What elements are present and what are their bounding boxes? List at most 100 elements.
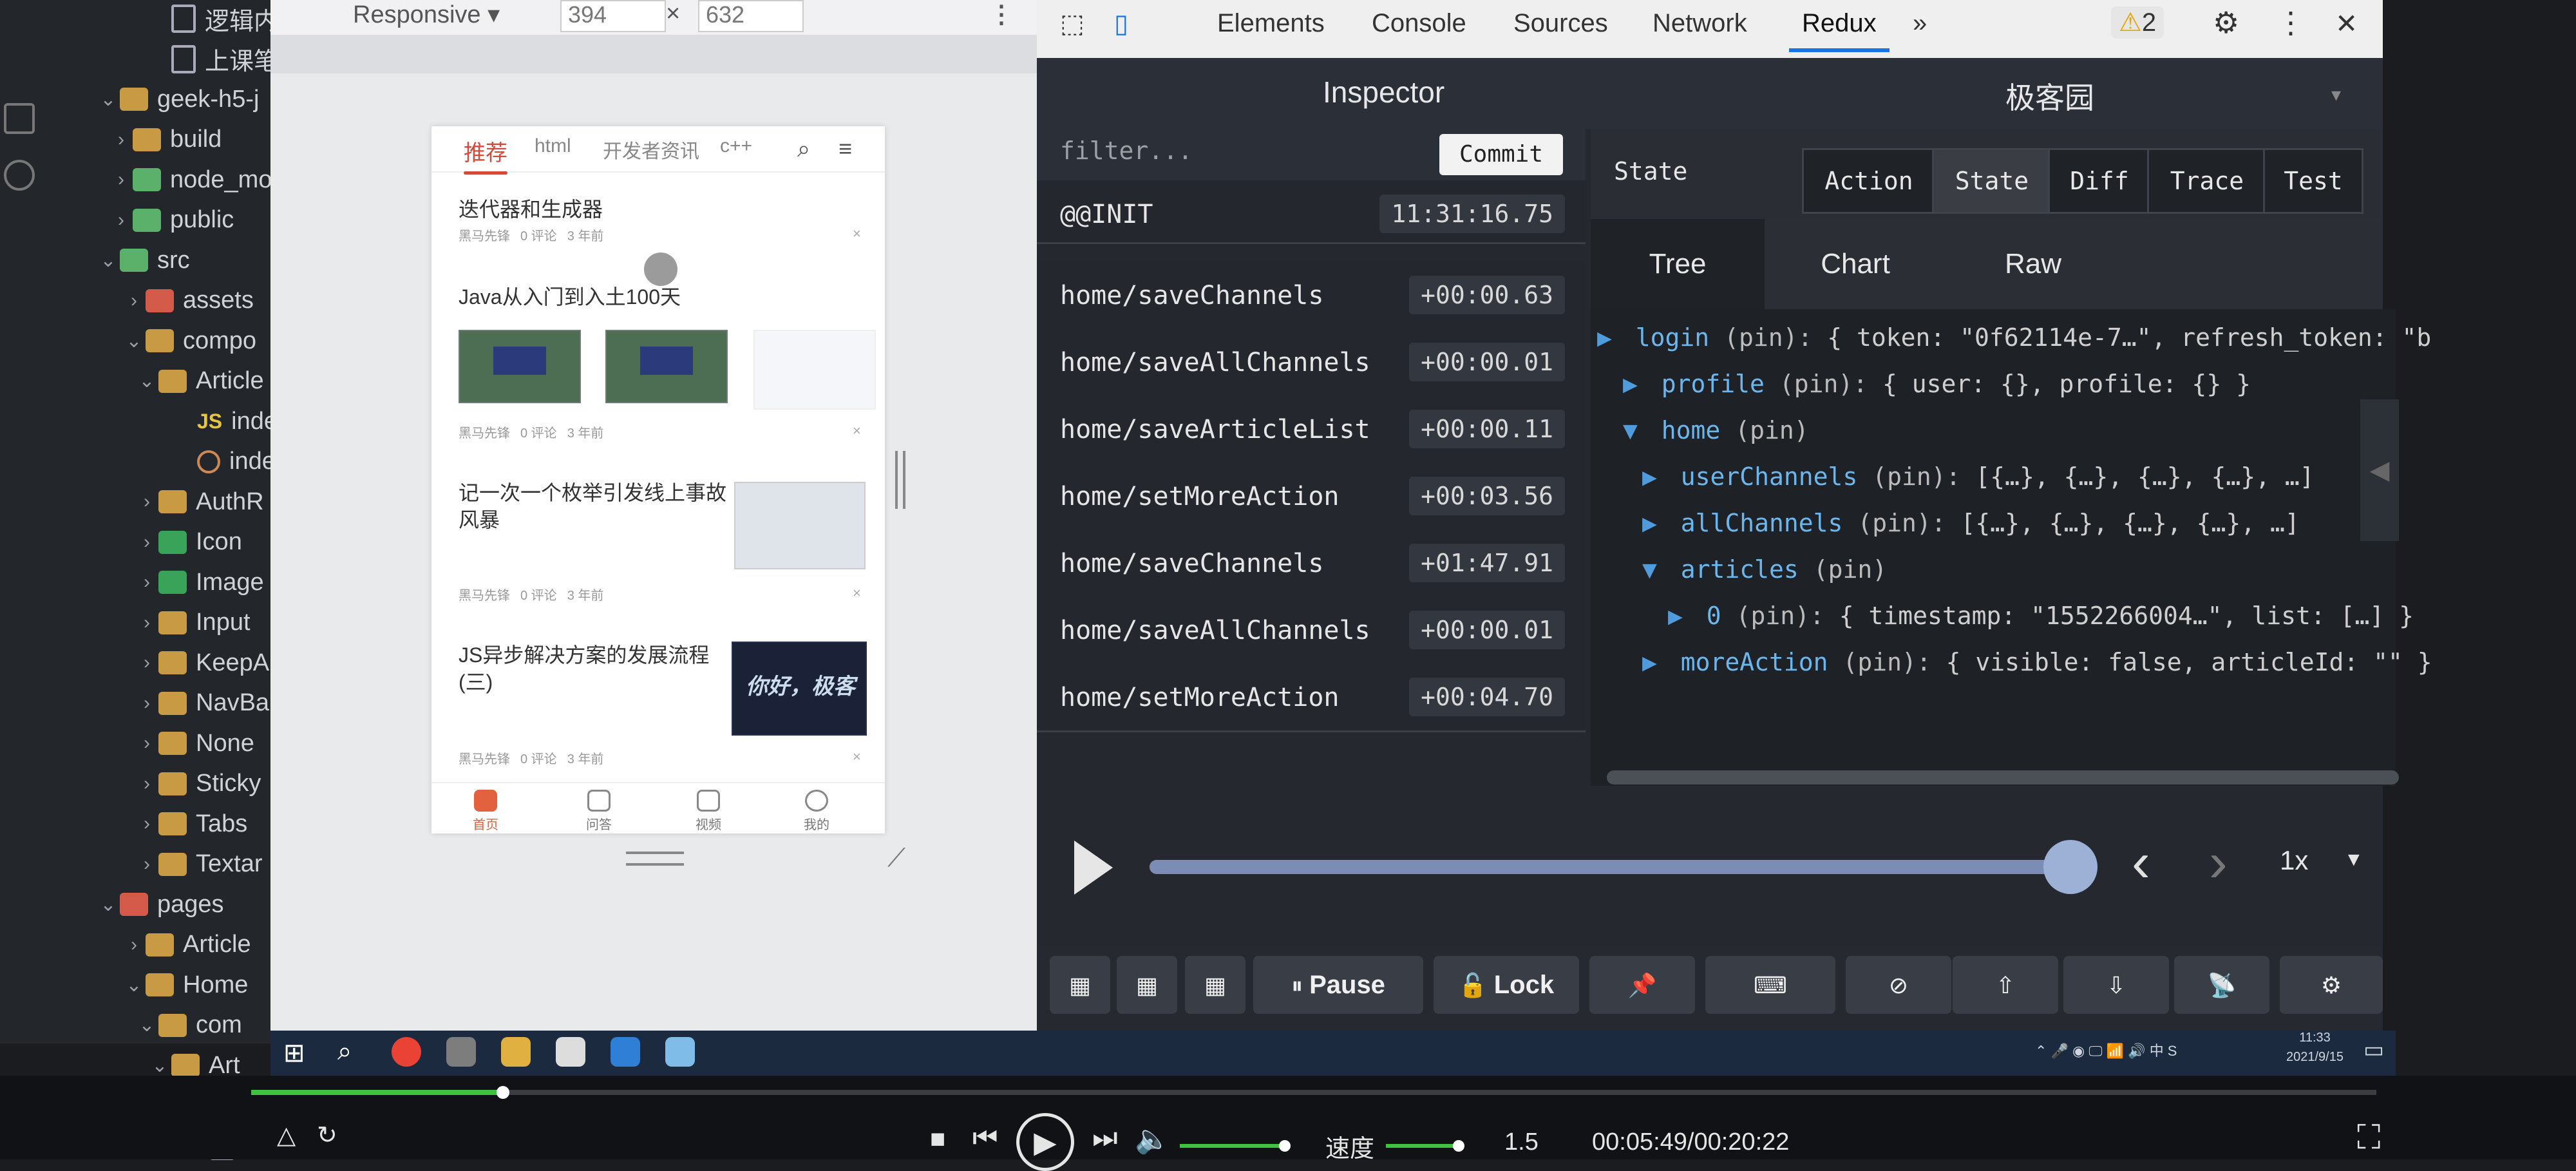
notification-icon[interactable]: ▭ — [2363, 1037, 2384, 1063]
tree-item[interactable]: ⌄ pages — [97, 884, 223, 924]
commit-button[interactable]: Commit — [1439, 134, 1563, 175]
chevron-down-icon[interactable]: ⌄ — [135, 1014, 158, 1036]
device-select[interactable]: Responsive ▾ — [353, 0, 500, 29]
close-devtools-icon[interactable]: ✕ — [2335, 8, 2358, 39]
tree-item[interactable]: ⌄ geek-h5-j — [97, 79, 259, 119]
tree-item[interactable]: ⌄ Article — [135, 361, 263, 401]
chevron-down-icon[interactable]: ⌄ — [148, 1054, 171, 1077]
action-item[interactable]: home/saveArticleList +00:00.11 — [1037, 395, 1586, 464]
step-back-icon[interactable]: ‹ — [2132, 831, 2150, 895]
article-title[interactable]: 记一次一个枚举引发线上事故风暴 — [459, 479, 735, 533]
tree-item[interactable]: JS inde — [174, 401, 278, 441]
store-instance-select[interactable]: 极客园 — [2005, 75, 2094, 117]
chevron-right-icon[interactable]: › — [135, 491, 158, 513]
pin-icon[interactable]: 📌 — [1589, 956, 1695, 1014]
tab-diff[interactable]: Diff — [2048, 148, 2151, 214]
article-title[interactable]: Java从入门到入土100天 — [459, 281, 681, 310]
speed-knob[interactable] — [1453, 1140, 1464, 1152]
chevron-down-icon[interactable]: ▾ — [2331, 84, 2341, 106]
inspect-element-icon[interactable]: ⬚ — [1060, 9, 1084, 39]
tree-item[interactable]: › Textar — [135, 844, 262, 884]
menu-icon[interactable]: ≡ — [838, 135, 852, 162]
volume-icon[interactable]: 🔈 — [1135, 1122, 1170, 1156]
chevron-right-icon[interactable]: › — [135, 813, 158, 835]
chevron-right-icon[interactable]: › — [135, 773, 158, 795]
windows-start-icon[interactable]: ⊞ — [283, 1038, 305, 1068]
resize-handle-right[interactable] — [895, 451, 905, 509]
height-input[interactable]: 632 — [698, 0, 804, 32]
tab-elements[interactable]: Elements — [1217, 9, 1325, 38]
keyboard-icon[interactable]: ⌨ — [1705, 956, 1835, 1014]
upload-icon[interactable]: ⇧ — [1953, 956, 2058, 1014]
chevron-right-icon[interactable]: › — [135, 612, 158, 634]
play-icon[interactable]: ▶ — [1016, 1113, 1074, 1171]
taskbar-clock[interactable]: 11:33 2021/9/15 — [2286, 1028, 2344, 1067]
chevron-down-icon[interactable]: ⌄ — [97, 249, 120, 272]
search-icon[interactable]: ⌕ — [337, 1037, 352, 1066]
chevron-right-icon[interactable]: › — [135, 692, 158, 714]
tree-item[interactable]: › Sticky — [135, 764, 261, 804]
tab-network[interactable]: Network — [1653, 9, 1747, 38]
tab-sources[interactable]: Sources — [1513, 9, 1608, 38]
tree-item[interactable]: › Article — [122, 925, 251, 965]
resize-handle-bottom[interactable] — [626, 852, 684, 866]
device-toggle-icon[interactable]: ▯ — [1114, 9, 1128, 39]
obs-icon[interactable] — [446, 1037, 476, 1067]
nav-me[interactable]: 我的 — [784, 790, 849, 833]
fullscreen-icon[interactable]: ⛶ — [2357, 1118, 2380, 1157]
horizontal-scrollbar[interactable] — [1607, 770, 2399, 785]
volume-slider[interactable] — [1180, 1144, 1283, 1148]
tree-item[interactable]: › NavBa — [135, 683, 269, 723]
next-icon[interactable]: ⏭ — [1092, 1122, 1118, 1154]
play-icon[interactable] — [1074, 841, 1113, 895]
tab-recommend[interactable]: 推荐 — [464, 135, 507, 175]
filter-input[interactable]: filter... — [1060, 137, 1193, 165]
kebab-menu-icon[interactable]: ⋮ — [2276, 5, 2306, 40]
speed-select[interactable]: 1x — [2280, 845, 2308, 876]
tree-item[interactable]: › None — [135, 723, 254, 763]
layout-bottom-icon[interactable]: ▦ — [1185, 956, 1245, 1014]
tree-item[interactable]: › Image — [135, 562, 264, 602]
pause-button[interactable]: ⏸ Pause — [1253, 956, 1423, 1014]
speed-slider[interactable] — [1386, 1144, 1457, 1148]
tab-trace[interactable]: Trace — [2147, 148, 2267, 214]
tab-chart[interactable]: Chart — [1768, 219, 1942, 309]
history-slider-knob[interactable] — [2043, 840, 2098, 894]
stop-icon[interactable]: ■ — [930, 1125, 945, 1154]
tab-dev-news[interactable]: 开发者资讯 — [603, 135, 699, 164]
article-title[interactable]: 迭代器和生成器 — [459, 193, 603, 223]
action-item[interactable]: home/setMoreAction +00:03.56 — [1037, 462, 1586, 531]
more-icon[interactable]: ⋮ — [989, 0, 1014, 29]
tree-item[interactable]: › node_mo — [109, 160, 272, 200]
tab-test[interactable]: Test — [2263, 148, 2363, 214]
typora-icon[interactable] — [556, 1037, 585, 1067]
loop-icon[interactable]: ↻ — [317, 1121, 337, 1150]
tab-redux[interactable]: Redux — [1789, 9, 1889, 52]
tree-item[interactable]: ⌄ src — [97, 240, 189, 280]
chevron-down-icon[interactable]: ⌄ — [97, 893, 120, 916]
tree-item[interactable]: › AuthR — [135, 482, 264, 522]
extensions-icon[interactable] — [4, 103, 35, 134]
chevron-right-icon[interactable]: › — [109, 129, 133, 151]
tab-console[interactable]: Console — [1372, 9, 1466, 38]
tab-state[interactable]: State — [1932, 148, 2052, 214]
chevron-down-icon[interactable]: ⌄ — [122, 974, 146, 996]
chevron-right-icon[interactable]: › — [122, 290, 146, 312]
tree-item[interactable]: inde — [174, 442, 276, 482]
search-icon[interactable] — [4, 160, 35, 191]
chevron-right-icon[interactable]: › — [109, 209, 133, 231]
step-forward-icon[interactable]: › — [2209, 831, 2228, 895]
close-icon[interactable]: × — [853, 225, 861, 242]
action-item[interactable]: home/saveChannels +01:47.91 — [1037, 529, 1586, 598]
layout-left-icon[interactable]: ▦ — [1050, 956, 1110, 1014]
chevron-down-icon[interactable]: ⌄ — [135, 370, 158, 392]
tree-item[interactable]: › KeepA — [135, 643, 269, 683]
video-progress-knob[interactable] — [497, 1086, 510, 1099]
download-icon[interactable]: ⇩ — [2063, 956, 2169, 1014]
state-tree-node[interactable]: ▶ userChannels (pin): [{…}, {…}, {…}, {…… — [1642, 462, 2315, 491]
settings-icon[interactable]: ⚙ — [2213, 5, 2239, 40]
chevron-right-icon[interactable]: › — [135, 531, 158, 553]
file-explorer-icon[interactable] — [501, 1037, 531, 1067]
width-input[interactable]: 394 — [560, 0, 666, 32]
volume-knob[interactable] — [1279, 1140, 1291, 1152]
